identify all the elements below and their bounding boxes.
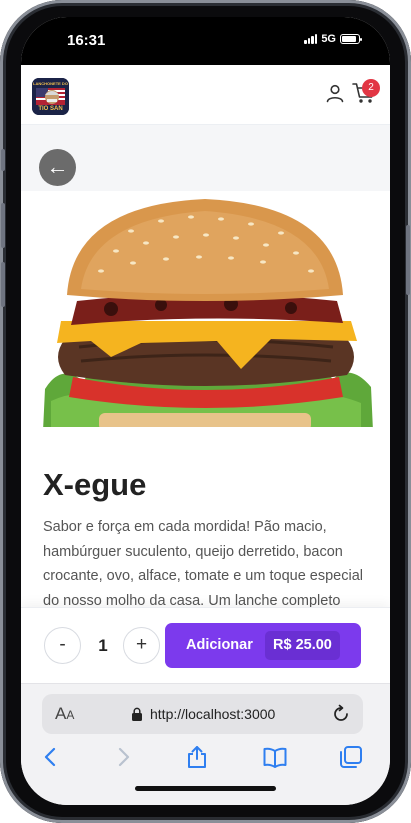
order-action-bar: - 1 + Adicionar R$ 25.00 xyxy=(21,607,390,683)
bookmarks-icon[interactable] xyxy=(262,744,288,770)
product-image xyxy=(21,191,390,431)
product-card: X-egue Sabor e força em cada mordida! Pã… xyxy=(25,427,386,609)
battery-icon xyxy=(340,34,362,44)
restaurant-logo[interactable]: LANCHONETE DO TIO SAN xyxy=(32,78,69,115)
user-icon[interactable] xyxy=(325,83,345,103)
back-button[interactable]: ← xyxy=(39,149,76,186)
back-area xyxy=(21,125,390,191)
app-header: LANCHONETE DO TIO SAN 2 xyxy=(21,65,390,125)
volume-down-button xyxy=(1,262,5,307)
status-indicators: 5G xyxy=(304,33,362,45)
signal-icon xyxy=(304,34,318,44)
share-icon[interactable] xyxy=(184,744,210,770)
volume-up-button xyxy=(1,203,5,248)
logo-text-bottom: TIO SAN xyxy=(38,106,63,112)
address-bar[interactable]: AA http://localhost:3000 xyxy=(42,694,363,734)
battery-level xyxy=(342,36,357,42)
logo-text-top: LANCHONETE DO xyxy=(33,81,68,86)
price-badge: R$ 25.00 xyxy=(265,631,340,660)
lock-icon xyxy=(132,707,142,721)
reader-settings-button[interactable]: AA xyxy=(55,704,74,724)
dynamic-island xyxy=(148,25,264,55)
cart-count-badge[interactable]: 2 xyxy=(362,79,380,97)
product-title: X-egue xyxy=(43,467,147,502)
forward-icon[interactable] xyxy=(110,744,136,770)
decrease-quantity-button[interactable]: - xyxy=(44,627,81,664)
quantity-value: 1 xyxy=(98,636,108,655)
silent-switch xyxy=(1,149,5,171)
home-indicator[interactable] xyxy=(135,786,276,791)
increase-quantity-button[interactable]: + xyxy=(123,627,160,664)
add-to-cart-label: Adicionar xyxy=(186,637,253,653)
status-bar: 16:31 5G xyxy=(21,17,390,65)
tabs-icon[interactable] xyxy=(338,744,364,770)
status-time: 16:31 xyxy=(67,32,106,49)
phone-screen: 16:31 5G LANCHONETE DO TIO SAN 2 ← X-egu… xyxy=(21,17,390,805)
product-description: Sabor e força em cada mordida! Pão macio… xyxy=(43,519,363,609)
url-text: http://localhost:3000 xyxy=(150,706,276,722)
back-icon[interactable] xyxy=(38,744,64,770)
add-to-cart-button[interactable]: Adicionar R$ 25.00 xyxy=(165,623,361,668)
power-button xyxy=(406,225,410,295)
reload-icon[interactable] xyxy=(331,704,351,724)
network-type: 5G xyxy=(321,33,336,45)
